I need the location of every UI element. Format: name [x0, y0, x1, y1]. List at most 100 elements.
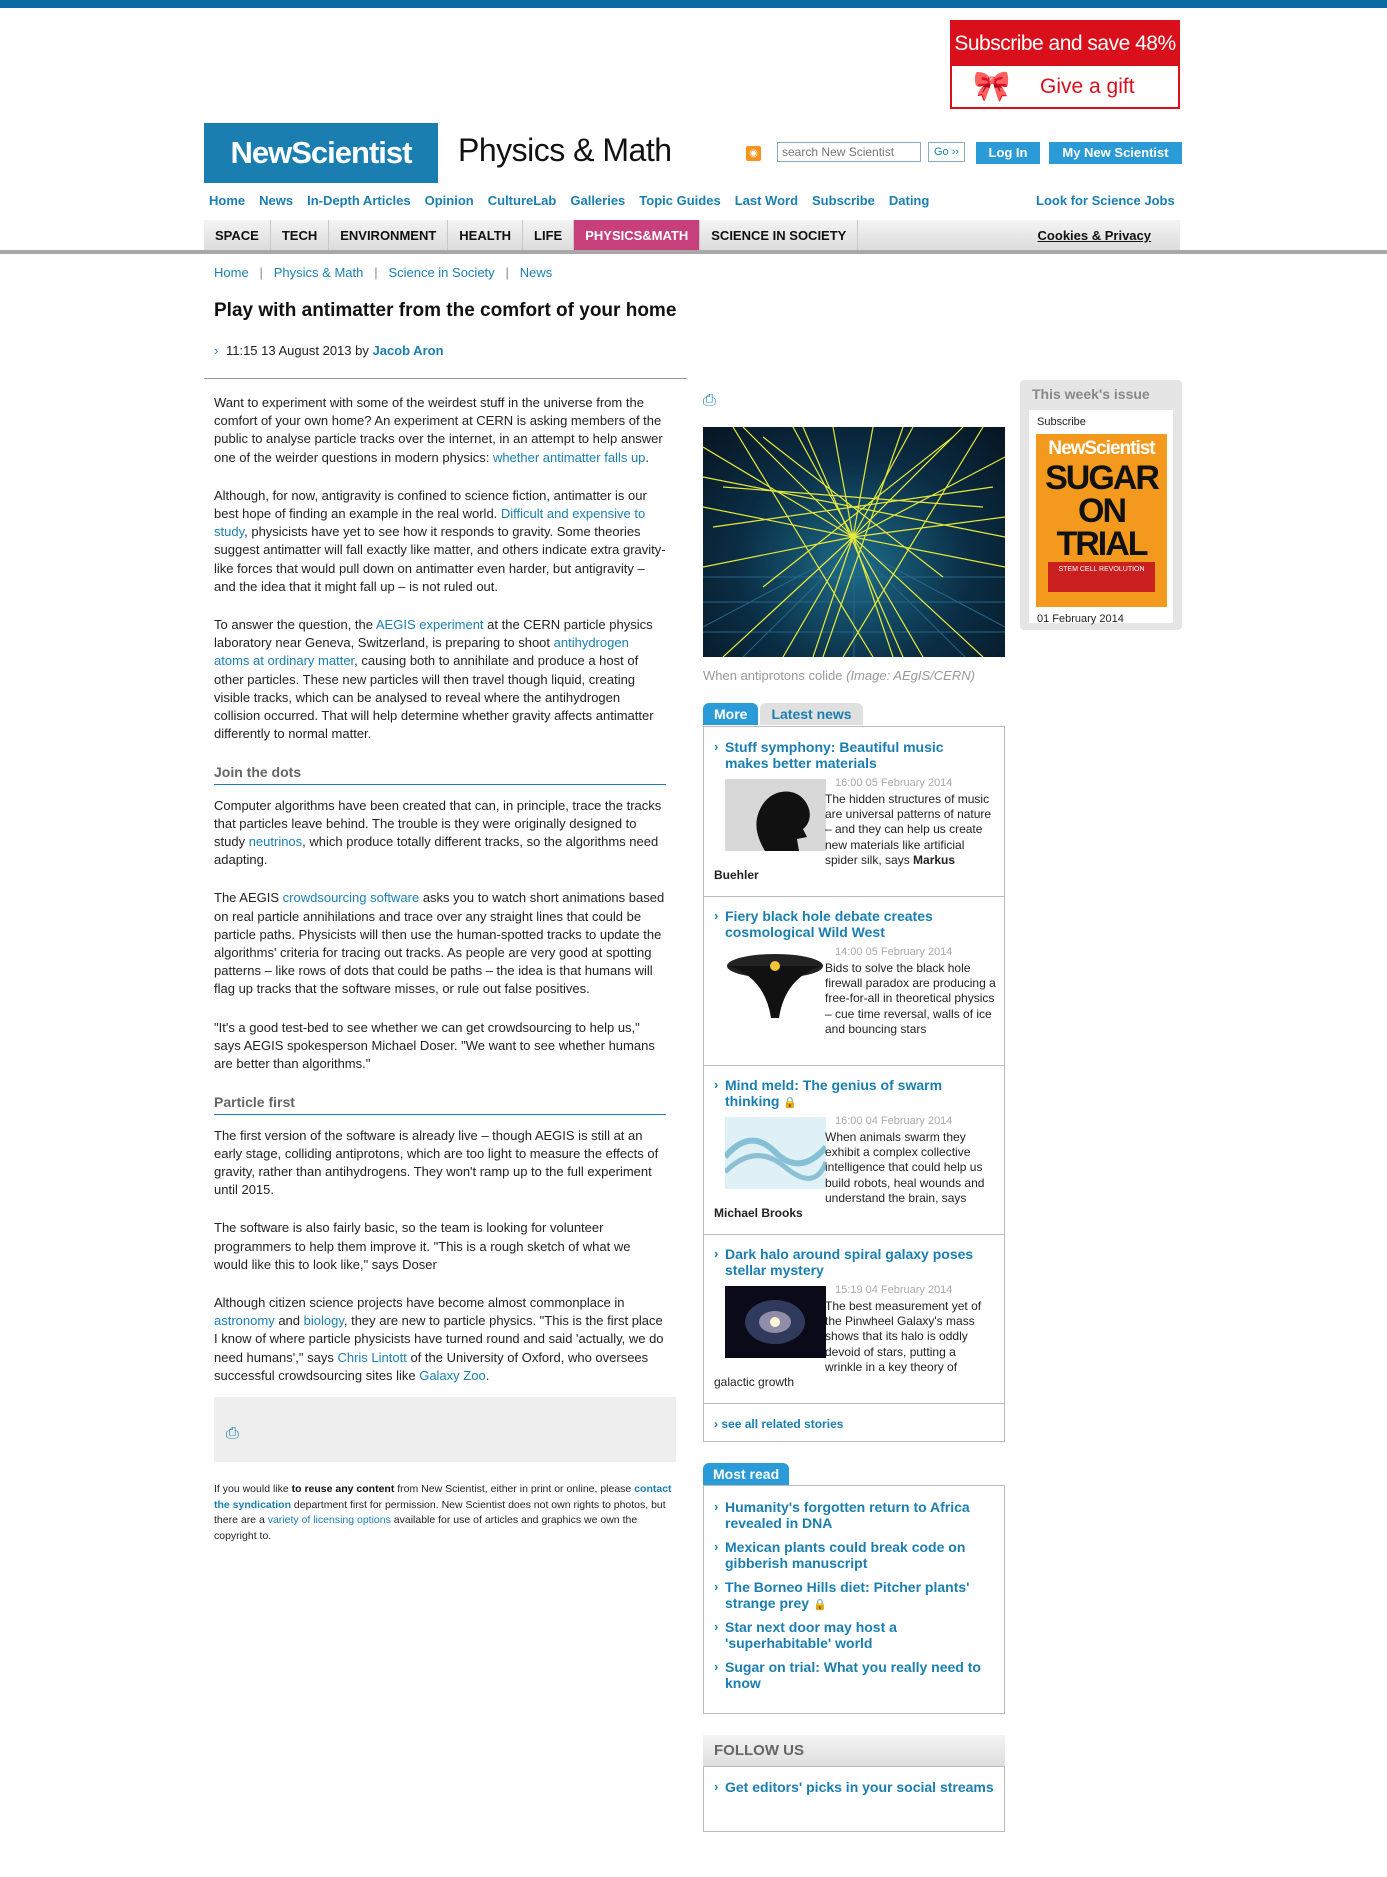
chevron-right-icon: › — [714, 1659, 719, 1674]
top-navigation: Home News In-Depth Articles Opinion Cult… — [209, 193, 929, 208]
nav-dating[interactable]: Dating — [889, 193, 929, 208]
inline-link[interactable]: Galaxy Zoo — [419, 1368, 485, 1383]
subscribe-ad[interactable]: Subscribe and save 48% 🎀 Give a gift — [950, 20, 1180, 109]
nav-culturelab[interactable]: CultureLab — [488, 193, 557, 208]
my-new-scientist-button[interactable]: My New Scientist — [1049, 142, 1182, 164]
nav-subscribe[interactable]: Subscribe — [812, 193, 875, 208]
news-tabs: More Latest news — [703, 703, 863, 725]
section-tab-tech[interactable]: TECH — [271, 220, 330, 250]
new-scientist-logo[interactable]: NewScientist — [204, 123, 438, 183]
chevron-right-icon: › — [714, 1619, 719, 1634]
print-icon[interactable]: ⎙ — [226, 1425, 239, 1443]
breadcrumb-science-in-society[interactable]: Science in Society — [388, 265, 494, 280]
news-timestamp: 14:00 05 February 2014 — [835, 946, 953, 958]
section-navigation: SPACE TECH ENVIRONMENT HEALTH LIFE PHYSI… — [204, 220, 1180, 250]
science-jobs-link[interactable]: Look for Science Jobs — [1036, 193, 1175, 208]
search-go-button[interactable]: Go ›› — [928, 142, 965, 162]
breadcrumb-physics-math[interactable]: Physics & Math — [274, 265, 364, 280]
news-title[interactable]: Fiery black hole debate creates cosmolog… — [725, 908, 990, 940]
cookies-privacy-link[interactable]: Cookies & Privacy — [1038, 220, 1180, 250]
cover-band: STEM CELL REVOLUTION — [1048, 562, 1155, 592]
nav-in-depth[interactable]: In-Depth Articles — [307, 193, 411, 208]
print-icon[interactable]: ⎙ — [703, 392, 716, 410]
most-read-item[interactable]: The Borneo Hills diet: Pitcher plants' s… — [725, 1579, 995, 1613]
nav-news[interactable]: News — [259, 193, 293, 208]
see-all-related-link[interactable]: › see all related stories — [714, 1417, 843, 1431]
rss-icon[interactable]: ◉ — [746, 146, 761, 161]
particle-tracks-graphic — [703, 427, 1005, 657]
news-title[interactable]: Dark halo around spiral galaxy poses ste… — [725, 1246, 990, 1278]
section-tab-life[interactable]: LIFE — [523, 220, 575, 250]
news-title[interactable]: Stuff symphony: Beautiful music makes be… — [725, 739, 990, 771]
tab-latest-news[interactable]: Latest news — [760, 703, 863, 725]
nav-home[interactable]: Home — [209, 193, 245, 208]
magazine-cover[interactable]: NewScientist SUGAR ON TRIAL STEM CELL RE… — [1036, 434, 1167, 607]
most-read-item[interactable]: Humanity's forgotten return to Africa re… — [725, 1499, 995, 1531]
chevron-right-icon: › — [714, 1539, 719, 1554]
inline-link[interactable]: astronomy — [214, 1313, 275, 1328]
news-timestamp: 16:00 04 February 2014 — [835, 1115, 953, 1127]
inline-link[interactable]: Chris Lintott — [337, 1350, 406, 1365]
list-item[interactable]: › Dark halo around spiral galaxy poses s… — [704, 1234, 1004, 1404]
chevron-right-icon: › — [714, 1246, 719, 1261]
list-item[interactable]: › Fiery black hole debate creates cosmol… — [704, 896, 1004, 1066]
social-streams-link[interactable]: Get editors' picks in your social stream… — [725, 1779, 995, 1795]
paragraph: Although citizen science projects have b… — [214, 1294, 666, 1385]
login-button[interactable]: Log In — [976, 142, 1040, 164]
paragraph: The software is also fairly basic, so th… — [214, 1220, 631, 1272]
chevron-right-icon: › — [714, 1579, 719, 1594]
cover-logo: NewScientist — [1048, 438, 1155, 459]
nav-last-word[interactable]: Last Word — [735, 193, 798, 208]
article-dateline: › 11:15 13 August 2013 by Jacob Aron — [214, 343, 444, 358]
text: . — [645, 449, 650, 465]
most-read-tab[interactable]: Most read — [703, 1463, 790, 1485]
tab-more[interactable]: More — [703, 703, 759, 725]
breadcrumb-separator: | — [366, 265, 385, 280]
section-tab-space[interactable]: SPACE — [204, 220, 271, 250]
nav-galleries[interactable]: Galleries — [570, 193, 625, 208]
section-tab-science-in-society[interactable]: SCIENCE IN SOCIETY — [700, 220, 859, 250]
article-author-link[interactable]: Jacob Aron — [372, 343, 443, 358]
nav-topic-guides[interactable]: Topic Guides — [639, 193, 720, 208]
most-read-item[interactable]: Star next door may host a 'superhabitabl… — [725, 1619, 995, 1651]
chevron-right-icon: › — [714, 1417, 718, 1431]
news-timestamp: 16:00 05 February 2014 — [835, 777, 953, 789]
article-date: 11:15 13 August 2013 by — [225, 343, 369, 358]
follow-us-heading: FOLLOW US — [703, 1735, 1005, 1766]
news-description: Bids to solve the black hole firewall pa… — [714, 961, 996, 1037]
issue-heading: This week's issue — [1032, 386, 1150, 402]
list-item[interactable]: › Mind meld: The genius of swarm thinkin… — [704, 1065, 1004, 1235]
issue-subscribe-link[interactable]: Subscribe — [1037, 416, 1086, 428]
inline-link[interactable]: crowdsourcing software — [283, 890, 420, 905]
section-tab-physics-math[interactable]: PHYSICS&MATH — [574, 220, 701, 250]
section-tab-environment[interactable]: ENVIRONMENT — [329, 220, 449, 250]
article-headline: Play with antimatter from the comfort of… — [214, 300, 677, 321]
chevron-right-icon: › — [214, 343, 219, 358]
most-read-item[interactable]: Sugar on trial: What you really need to … — [725, 1659, 995, 1691]
breadcrumb-news[interactable]: News — [520, 265, 553, 280]
nav-opinion[interactable]: Opinion — [425, 193, 474, 208]
most-read-list: › Humanity's forgotten return to Africa … — [703, 1485, 1005, 1714]
inline-link[interactable]: biology — [304, 1313, 344, 1328]
text: To answer the question, the — [214, 617, 376, 633]
issue-date: 01 February 2014 — [1037, 613, 1124, 625]
this-weeks-issue-panel: This week's issue Subscribe NewScientist… — [1020, 380, 1182, 630]
licensing-link[interactable]: variety of licensing options — [268, 1514, 391, 1526]
text: and — [274, 1313, 304, 1329]
search-input[interactable] — [777, 142, 921, 162]
inline-link[interactable]: whether antimatter falls up — [493, 450, 645, 465]
text: The hidden structures of music are unive… — [825, 792, 992, 867]
breadcrumb-home[interactable]: Home — [214, 265, 249, 280]
related-news-list: › Stuff symphony: Beautiful music makes … — [703, 726, 1005, 1442]
text: The AEGIS — [214, 890, 283, 906]
image-caption: When antiprotons colide (Image: AEgIS/CE… — [703, 668, 975, 683]
news-title[interactable]: Mind meld: The genius of swarm thinking … — [725, 1077, 990, 1111]
inline-link[interactable]: AEGIS experiment — [376, 617, 484, 632]
inline-link[interactable]: neutrinos — [249, 834, 302, 849]
section-tab-health[interactable]: HEALTH — [448, 220, 524, 250]
list-item[interactable]: › Stuff symphony: Beautiful music makes … — [704, 727, 1004, 897]
most-read-item[interactable]: Mexican plants could break code on gibbe… — [725, 1539, 995, 1571]
breadcrumb-separator: | — [498, 265, 517, 280]
float-spacer — [714, 792, 825, 867]
cover-title: SUGAR ON TRIAL — [1045, 459, 1160, 563]
